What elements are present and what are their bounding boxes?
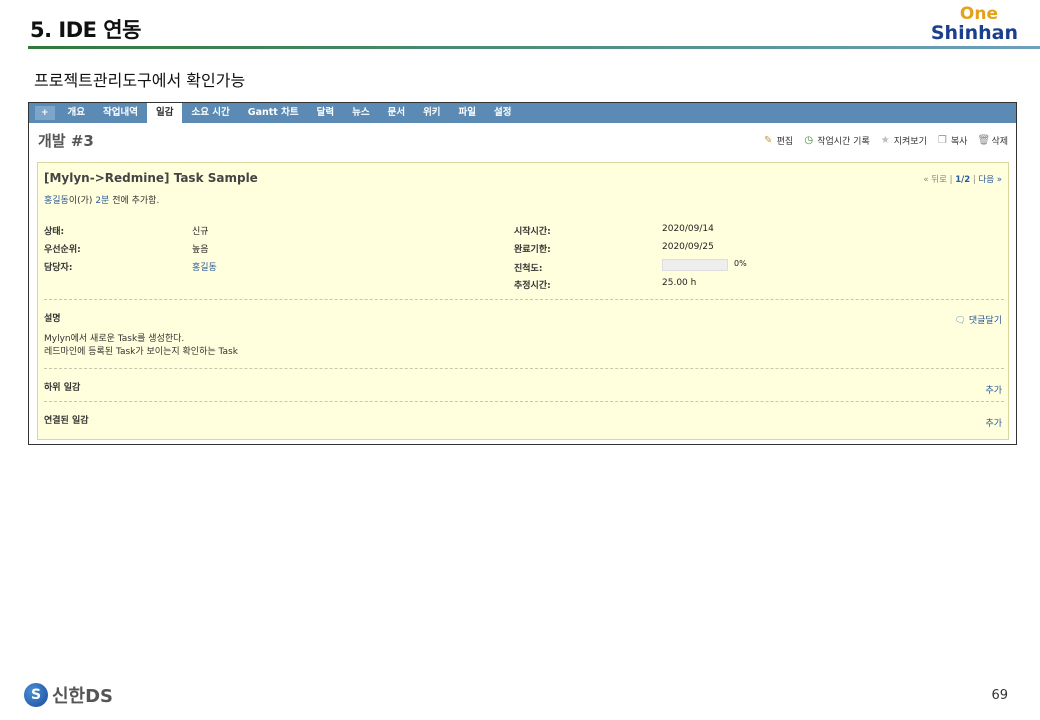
subtasks-heading: 하위 일감 bbox=[44, 383, 81, 393]
progress-label: 진척도: bbox=[514, 264, 543, 274]
menu-new-button[interactable]: + bbox=[35, 106, 55, 120]
log-time-label: 작업시간 기록 bbox=[817, 136, 870, 147]
estimate-label: 추정시간: bbox=[514, 281, 551, 291]
section-divider bbox=[44, 401, 1004, 402]
added-suffix: 전에 추가함. bbox=[112, 196, 160, 206]
quote-label: 댓글달기 bbox=[968, 316, 1002, 326]
menu-activity[interactable]: 작업내역 bbox=[94, 103, 147, 123]
slide-title: 5. IDE 연동 bbox=[30, 18, 141, 42]
shinhan-logo-icon: S bbox=[24, 683, 48, 707]
start-date-label: 시작시간: bbox=[514, 227, 551, 237]
edit-button[interactable]: ✎ 편집 bbox=[763, 134, 794, 147]
menu-overview[interactable]: 개요 bbox=[59, 103, 94, 123]
pencil-icon: ✎ bbox=[763, 134, 773, 146]
copy-icon: ❐ bbox=[937, 134, 947, 146]
priority-value: 높음 bbox=[192, 245, 209, 255]
star-icon: ★ bbox=[880, 134, 890, 146]
issue-actions: ✎ 편집 ◷ 작업시간 기록 ★ 지켜보기 ❐ 복사 🗑 삭제 bbox=[763, 134, 1008, 147]
status-label: 상태: bbox=[44, 227, 65, 237]
pager-prev-link[interactable]: « 뒤로 bbox=[923, 175, 947, 185]
delete-label: 삭제 bbox=[991, 136, 1008, 147]
assignee-link[interactable]: 홍길동 bbox=[192, 260, 217, 273]
trash-icon: 🗑 bbox=[977, 134, 991, 146]
menu-wiki[interactable]: 위키 bbox=[414, 103, 449, 123]
add-subtask-link[interactable]: 추가 bbox=[985, 383, 1002, 396]
section-divider bbox=[44, 299, 1004, 300]
comment-icon: 🗨 bbox=[954, 316, 966, 326]
menu-settings[interactable]: 설정 bbox=[485, 103, 520, 123]
menu-documents[interactable]: 문서 bbox=[379, 103, 414, 123]
menu-issues[interactable]: 일감 bbox=[147, 103, 183, 123]
footer-logo-text: 신한DS bbox=[52, 686, 114, 707]
edit-label: 편집 bbox=[776, 136, 794, 147]
copy-button[interactable]: ❐ 복사 bbox=[937, 134, 968, 147]
watch-button[interactable]: ★ 지켜보기 bbox=[880, 134, 927, 147]
due-date-label: 완료기한: bbox=[514, 245, 551, 255]
issue-title: 개발 #3 bbox=[38, 131, 94, 150]
menu-calendar[interactable]: 달력 bbox=[308, 103, 343, 123]
quote-button[interactable]: 🗨 댓글달기 bbox=[955, 313, 1002, 326]
delete-button[interactable]: 🗑 삭제 bbox=[977, 134, 1008, 147]
progress-value: 0% bbox=[734, 259, 747, 268]
due-date-value: 2020/09/25 bbox=[662, 242, 714, 252]
description-line: Mylyn에서 새로운 Task를 생성한다. bbox=[44, 334, 185, 344]
time-add-icon: ◷ bbox=[804, 134, 814, 146]
related-issues-heading: 연결된 일감 bbox=[44, 416, 89, 426]
log-time-button[interactable]: ◷ 작업시간 기록 bbox=[803, 134, 870, 147]
menu-news[interactable]: 뉴스 bbox=[343, 103, 378, 123]
brand-one-text: One bbox=[959, 4, 998, 24]
assignee-label: 담당자: bbox=[44, 263, 73, 273]
priority-label: 우선순위: bbox=[44, 245, 81, 255]
time-ago-link[interactable]: 2분 bbox=[95, 196, 109, 206]
add-related-link[interactable]: 추가 bbox=[985, 416, 1002, 429]
header-divider bbox=[28, 46, 1040, 49]
progress-bar bbox=[662, 259, 728, 271]
menu-files[interactable]: 파일 bbox=[450, 103, 485, 123]
page-number: 69 bbox=[991, 688, 1008, 703]
author-suffix: 이(가) bbox=[68, 196, 93, 206]
copy-label: 복사 bbox=[950, 136, 968, 147]
watch-label: 지켜보기 bbox=[893, 136, 927, 147]
issue-description: Mylyn에서 새로운 Task를 생성한다. 레드마인에 등록된 Task가 … bbox=[44, 333, 238, 359]
description-heading: 설명 bbox=[44, 314, 61, 324]
project-menu-bar: + 개요 작업내역 일감 소요 시간 Gantt 차트 달력 뉴스 문서 위키 … bbox=[29, 103, 1016, 123]
brand-logo: One Shinhan bbox=[930, 4, 1018, 44]
description-line: 레드마인에 등록된 Task가 보이는지 확인하는 Task bbox=[44, 347, 238, 357]
menu-spent-time[interactable]: 소요 시간 bbox=[182, 103, 238, 123]
pager-separator: | bbox=[972, 175, 976, 185]
issue-details-box: [Mylyn->Redmine] Task Sample « 뒤로 | 1/2 … bbox=[37, 162, 1009, 440]
slide-subtitle: 프로젝트관리도구에서 확인가능 bbox=[34, 71, 246, 90]
pager-next-link[interactable]: 다음 » bbox=[978, 175, 1002, 185]
menu-gantt[interactable]: Gantt 차트 bbox=[239, 103, 308, 123]
redmine-screenshot: + 개요 작업내역 일감 소요 시간 Gantt 차트 달력 뉴스 문서 위키 … bbox=[28, 102, 1017, 445]
issue-pager: « 뒤로 | 1/2 | 다음 » bbox=[923, 173, 1002, 185]
footer-logo: S 신한DS bbox=[24, 682, 113, 708]
author-link[interactable]: 홍길동 bbox=[44, 196, 69, 206]
brand-shinhan-text: Shinhan bbox=[930, 22, 1018, 44]
issue-subject: [Mylyn->Redmine] Task Sample bbox=[44, 171, 258, 185]
section-divider bbox=[44, 368, 1004, 369]
pager-separator: | bbox=[949, 175, 953, 185]
estimate-value: 25.00 h bbox=[662, 278, 697, 288]
pager-position: 1/2 bbox=[955, 175, 971, 185]
issue-author-line: 홍길동이(가) 2분 전에 추가함. bbox=[44, 193, 159, 206]
status-value: 신규 bbox=[192, 227, 209, 237]
start-date-value: 2020/09/14 bbox=[662, 224, 714, 234]
issue-title-row: 개발 #3 ✎ 편집 ◷ 작업시간 기록 ★ 지켜보기 ❐ 복사 🗑 삭제 bbox=[29, 123, 1016, 157]
